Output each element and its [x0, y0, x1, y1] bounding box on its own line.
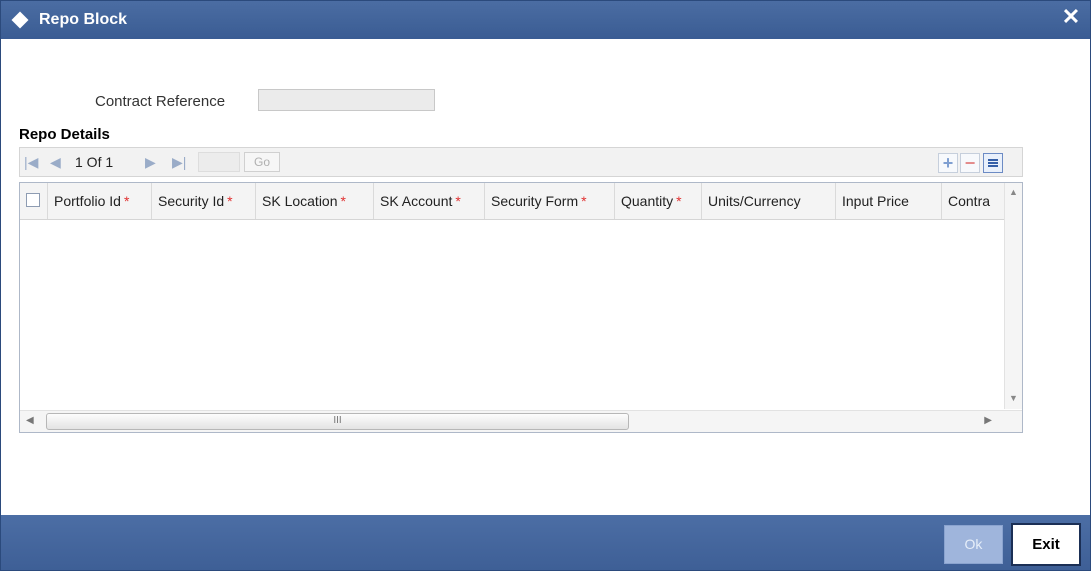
column-header[interactable]: Units/Currency	[702, 183, 836, 219]
vertical-scrollbar[interactable]: ▲ ▼	[1004, 183, 1022, 409]
scroll-left-icon[interactable]: ◀	[26, 415, 34, 426]
page-number-input[interactable]	[198, 152, 240, 172]
go-button[interactable]: Go	[244, 152, 280, 172]
column-header[interactable]: Security Id *	[152, 183, 256, 219]
select-all-checkbox[interactable]	[26, 193, 40, 207]
column-header[interactable]: SK Location *	[256, 183, 374, 219]
contract-reference-label: Contract Reference	[95, 93, 226, 110]
window-title: Repo Block	[39, 11, 128, 28]
repo-details-title: Repo Details	[19, 126, 110, 143]
repo-block-window: Repo Block ✕ Contract Reference Repo Det…	[0, 0, 1091, 571]
next-page-icon[interactable]: ▶	[145, 154, 156, 171]
scroll-up-icon[interactable]: ▲	[1009, 187, 1018, 197]
scroll-down-icon[interactable]: ▼	[1009, 393, 1018, 403]
page-indicator: 1 Of 1	[75, 154, 114, 170]
previous-page-icon[interactable]: ◀	[50, 154, 61, 171]
pagination-bar: |◀ ◀ 1 Of 1 ▶ ▶| Go + −	[19, 147, 1023, 177]
column-header[interactable]: SK Account *	[374, 183, 485, 219]
contract-reference-input[interactable]	[258, 89, 435, 111]
exit-button[interactable]: Exit	[1011, 523, 1081, 566]
delete-row-icon[interactable]: −	[960, 153, 980, 173]
horizontal-scrollbar[interactable]: ◀ III ▶	[20, 410, 1022, 432]
scroll-thumb[interactable]: III	[46, 413, 629, 430]
scroll-right-icon[interactable]: ▶	[984, 415, 992, 426]
single-view-icon[interactable]	[983, 153, 1003, 173]
column-header[interactable]: Contra	[942, 183, 1004, 219]
last-page-icon[interactable]: ▶|	[172, 154, 186, 171]
column-header[interactable]: Security Form *	[485, 183, 615, 219]
ok-button[interactable]: Ok	[944, 525, 1003, 564]
column-header[interactable]: Quantity *	[615, 183, 702, 219]
select-all-cell	[20, 183, 48, 219]
first-page-icon[interactable]: |◀	[24, 154, 38, 171]
title-bar: Repo Block ✕	[1, 1, 1090, 39]
add-row-icon[interactable]: +	[938, 153, 958, 173]
close-icon[interactable]: ✕	[1060, 5, 1082, 29]
footer-bar	[1, 515, 1090, 570]
grid-header: Portfolio Id * Security Id * SK Location * …	[20, 183, 1004, 220]
column-header[interactable]: Input Price	[836, 183, 942, 219]
column-header[interactable]: Portfolio Id *	[48, 183, 152, 219]
repo-details-grid: Portfolio Id * Security Id * SK Location * …	[19, 182, 1023, 433]
window-diamond-icon	[11, 11, 29, 29]
